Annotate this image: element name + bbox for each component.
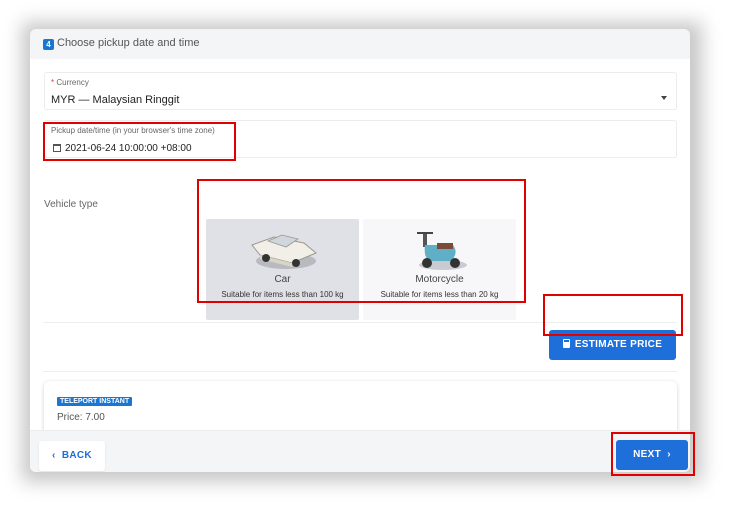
pickup-datetime-field[interactable]: Pickup date/time (in your browser's time… xyxy=(44,120,677,158)
step-title: Choose pickup date and time xyxy=(57,37,200,49)
service-badge: TELEPORT INSTANT xyxy=(57,397,133,406)
back-label: BACK xyxy=(61,450,92,461)
chevron-down-icon xyxy=(661,96,667,100)
pickup-value: 2021-06-24 10:00:00 +08:00 xyxy=(53,143,192,154)
chevron-right-icon: › xyxy=(667,449,671,460)
currency-label: * Currency xyxy=(51,78,89,87)
vehicle-name: Motorcycle xyxy=(415,274,464,285)
price-value: Price: 7.00 xyxy=(57,412,105,423)
currency-label-text: Currency xyxy=(56,78,89,87)
currency-value: MYR — Malaysian Ringgit xyxy=(51,94,180,106)
vehicle-option-motorcycle[interactable]: Motorcycle Suitable for items less than … xyxy=(363,219,516,320)
car-icon xyxy=(251,234,317,269)
chevron-left-icon: ‹ xyxy=(52,450,56,461)
divider xyxy=(43,371,677,372)
estimate-price-button[interactable]: ESTIMATE PRICE xyxy=(549,330,676,360)
currency-select[interactable]: * Currency MYR — Malaysian Ringgit xyxy=(44,72,677,110)
wizard-footer: ‹ BACK NEXT › xyxy=(30,430,690,472)
step-header: 4 Choose pickup date and time xyxy=(30,29,690,59)
form-content: * Currency MYR — Malaysian Ringgit Picku… xyxy=(30,59,690,439)
step-badge: 4 xyxy=(43,39,54,50)
vehicle-option-car[interactable]: Car Suitable for items less than 100 kg xyxy=(206,219,359,320)
estimate-price-label: ESTIMATE PRICE xyxy=(574,339,663,350)
back-button[interactable]: ‹ BACK xyxy=(39,441,105,471)
vehicle-name: Car xyxy=(274,274,291,285)
next-button[interactable]: NEXT › xyxy=(616,440,688,470)
next-label: NEXT xyxy=(633,449,662,460)
vehicle-description: Suitable for items less than 20 kg xyxy=(380,290,499,299)
calculator-icon xyxy=(562,339,570,348)
vehicle-options-area xyxy=(43,209,677,323)
motorcycle-icon xyxy=(417,232,467,270)
pickup-label: Pickup date/time (in your browser's time… xyxy=(51,126,215,135)
order-panel: 4 Choose pickup date and time * Currency… xyxy=(30,29,690,472)
calendar-icon xyxy=(53,144,61,152)
vehicle-description: Suitable for items less than 100 kg xyxy=(221,290,344,299)
required-mark: * xyxy=(51,78,55,87)
price-quote-card: TELEPORT INSTANT Price: 7.00 xyxy=(44,381,677,437)
pickup-value-text: 2021-06-24 10:00:00 +08:00 xyxy=(65,143,192,154)
